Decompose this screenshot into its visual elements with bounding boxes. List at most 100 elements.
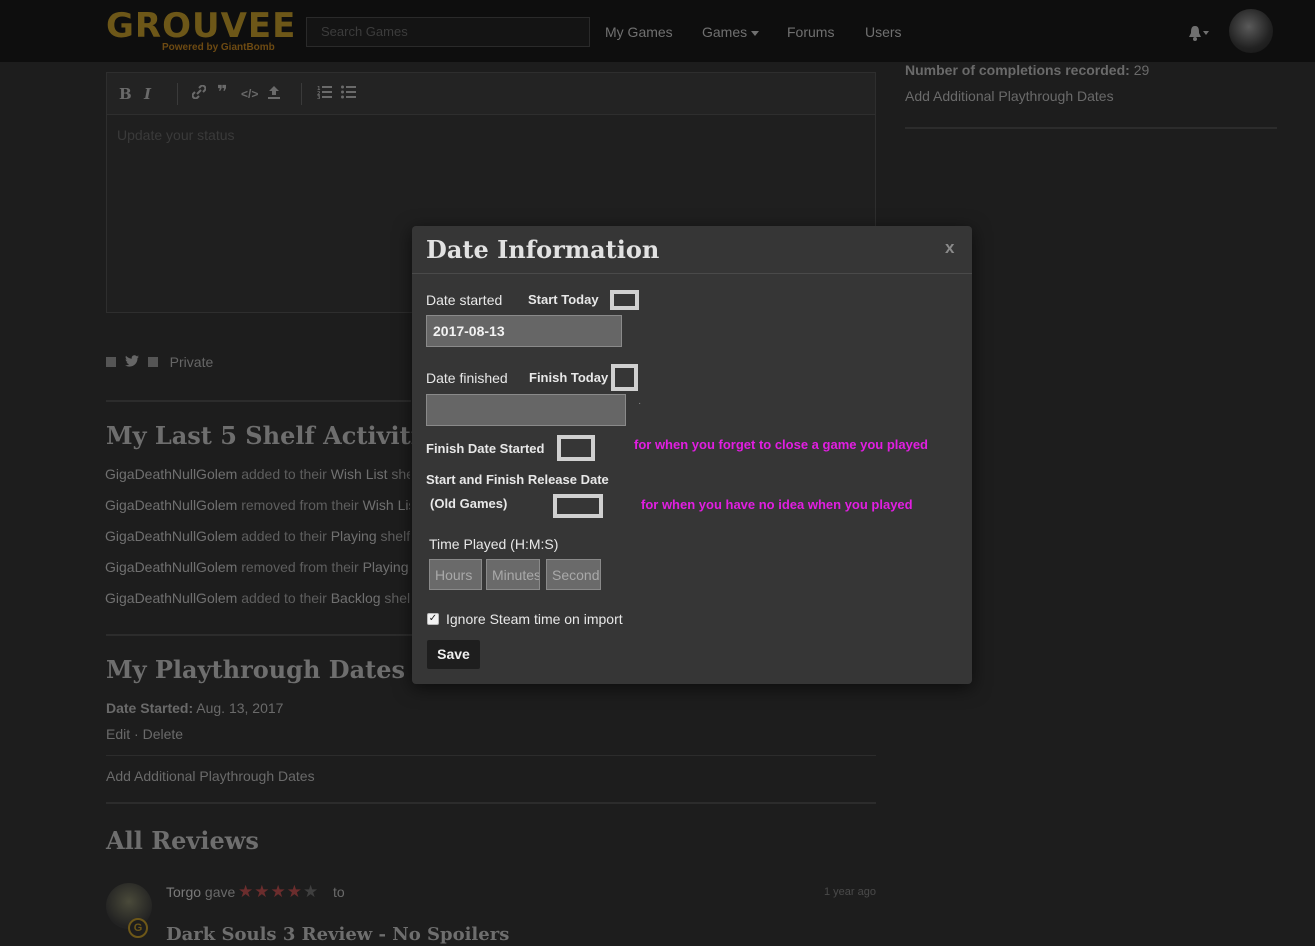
- date-finished-label: Date finished: [426, 370, 508, 386]
- link-icon[interactable]: [191, 84, 207, 103]
- separator: ·: [134, 726, 139, 742]
- activity-item: GigaDeathNullGolem added to their Playin…: [105, 528, 410, 544]
- release-date-label-2: (Old Games): [430, 496, 508, 511]
- activity-action: removed from their: [241, 559, 359, 575]
- dot-mark: ·: [638, 398, 642, 409]
- quote-icon[interactable]: ❞: [217, 82, 228, 103]
- star-rating: ★★★★★: [238, 882, 319, 902]
- release-date-label: Start and Finish Release Date: [426, 472, 609, 487]
- activity-shelf-link[interactable]: Playing: [331, 528, 377, 544]
- nav-forums[interactable]: Forums: [787, 24, 834, 40]
- star-icon: ★: [270, 882, 287, 901]
- activity-action: removed from their: [241, 497, 359, 513]
- minutes-input[interactable]: Minutes: [486, 559, 540, 590]
- date-information-modal: Date Information x Date started Start To…: [412, 226, 972, 684]
- completions-row: Number of completions recorded: 29: [905, 62, 1149, 78]
- close-icon[interactable]: x: [945, 238, 954, 258]
- activity-shelf-link[interactable]: Wish List: [331, 466, 388, 482]
- nav-games[interactable]: Games: [702, 24, 760, 40]
- grouvee-badge-icon: G: [128, 918, 148, 938]
- review-to: to: [333, 884, 345, 900]
- start-today-label: Start Today: [528, 292, 599, 307]
- activity-item: GigaDeathNullGolem added to their Backlo…: [105, 590, 410, 606]
- notifications-bell-icon[interactable]: [1188, 24, 1210, 42]
- activity-rest: shelf: [384, 590, 410, 606]
- activity-item: GigaDeathNullGolem added to their Wish L…: [105, 466, 410, 482]
- date-finished-input[interactable]: [426, 394, 626, 426]
- ordered-list-icon[interactable]: 123: [317, 85, 332, 103]
- finish-today-label: Finish Today: [529, 370, 609, 385]
- star-icon: ★: [286, 882, 303, 901]
- seconds-input[interactable]: Seconds: [546, 559, 601, 590]
- date-started-label: Date Started:: [106, 700, 194, 716]
- review-title-link[interactable]: Dark Souls 3 Review - No Spoilers: [166, 924, 509, 945]
- editor-toolbar: B I ❞ </> 123: [107, 73, 875, 115]
- release-date-checkbox[interactable]: [553, 494, 603, 518]
- code-icon[interactable]: </>: [241, 87, 258, 101]
- star-icon: ★: [303, 882, 320, 901]
- activity-action: added to their: [241, 466, 327, 482]
- activity-user-link[interactable]: GigaDeathNullGolem: [105, 497, 237, 513]
- modal-header: Date Information x: [412, 226, 972, 274]
- date-started-row: Date Started: Aug. 13, 2017: [106, 700, 283, 716]
- date-started-value: Aug. 13, 2017: [196, 700, 284, 716]
- star-icon: ★: [254, 882, 271, 901]
- activity-shelf-link[interactable]: Playing: [363, 559, 409, 575]
- divider: [106, 755, 876, 756]
- toolbar-divider: [301, 83, 302, 105]
- activity-shelf-link[interactable]: Backlog: [331, 590, 381, 606]
- divider: [106, 634, 412, 636]
- activity-action: added to their: [241, 528, 327, 544]
- activity-user-link[interactable]: GigaDeathNullGolem: [105, 528, 237, 544]
- toolbar-divider: [177, 83, 178, 105]
- activity-user-link[interactable]: GigaDeathNullGolem: [105, 466, 237, 482]
- upload-icon[interactable]: [267, 85, 281, 103]
- add-playthrough-link[interactable]: Add Additional Playthrough Dates: [106, 768, 315, 784]
- unordered-list-icon[interactable]: [341, 85, 356, 103]
- finish-today-checkbox[interactable]: [611, 364, 638, 391]
- user-avatar[interactable]: [1229, 9, 1273, 53]
- reviewer-name[interactable]: Torgo: [166, 884, 201, 900]
- hours-input[interactable]: Hours: [429, 559, 482, 590]
- private-checkbox[interactable]: [147, 357, 158, 368]
- modal-title: Date Information: [426, 235, 660, 264]
- divider: [106, 400, 411, 402]
- bold-icon[interactable]: B: [119, 85, 132, 103]
- review-meta: Torgo gave: [166, 884, 235, 900]
- ignore-steam-label: Ignore Steam time on import: [446, 611, 623, 627]
- nav-users[interactable]: Users: [865, 24, 902, 40]
- activity-shelf-link[interactable]: Wish Lis: [363, 497, 410, 513]
- activity-rest: she: [391, 466, 410, 482]
- activities-title: My Last 5 Shelf Activities: [106, 421, 449, 450]
- share-checkbox[interactable]: [106, 357, 116, 368]
- nav-my-games[interactable]: My Games: [605, 24, 673, 40]
- activity-user-link[interactable]: GigaDeathNullGolem: [105, 559, 237, 575]
- review-gave: gave: [204, 884, 236, 900]
- italic-icon[interactable]: I: [144, 85, 151, 103]
- start-today-checkbox[interactable]: [610, 290, 639, 310]
- save-button[interactable]: Save: [427, 640, 480, 669]
- finish-date-started-label: Finish Date Started: [426, 441, 545, 456]
- chevron-down-icon: [751, 30, 760, 36]
- logo-text: GROUVEE: [106, 6, 297, 46]
- date-started-input[interactable]: 2017-08-13: [426, 315, 622, 347]
- twitter-icon: [124, 354, 139, 370]
- edit-link[interactable]: Edit: [106, 726, 130, 742]
- status-textarea[interactable]: Update your status: [117, 127, 235, 143]
- nav-games-label: Games: [702, 24, 748, 40]
- search-input[interactable]: Search Games: [306, 17, 590, 47]
- completions-value: 29: [1133, 62, 1150, 78]
- delete-link[interactable]: Delete: [143, 726, 183, 742]
- share-options: Private: [106, 353, 214, 371]
- playthrough-title: My Playthrough Dates: [106, 655, 405, 684]
- activity-user-link[interactable]: GigaDeathNullGolem: [105, 590, 237, 606]
- activity-item: GigaDeathNullGolem removed from their Pl…: [105, 559, 410, 575]
- right-add-playthrough-link[interactable]: Add Additional Playthrough Dates: [905, 88, 1114, 104]
- divider: [106, 802, 876, 804]
- private-label: Private: [169, 354, 214, 371]
- star-icon: ★: [238, 882, 255, 901]
- ignore-steam-checkbox[interactable]: ✓: [427, 613, 439, 625]
- grouvee-logo[interactable]: GROUVEE Powered by GiantBomb: [106, 6, 295, 54]
- finish-date-started-checkbox[interactable]: [557, 435, 595, 461]
- completions-label: Number of completions recorded:: [905, 62, 1130, 78]
